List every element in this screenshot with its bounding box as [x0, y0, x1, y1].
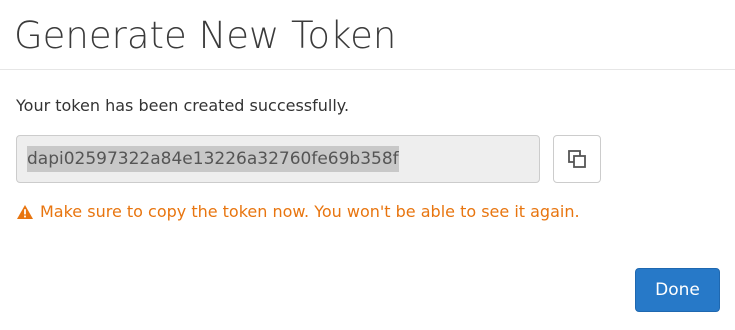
generate-token-dialog: Generate New Token Your token has been c… [0, 0, 735, 330]
dialog-title: Generate New Token [14, 14, 397, 57]
warning-message: Make sure to copy the token now. You won… [40, 202, 580, 221]
done-button[interactable]: Done [635, 268, 720, 312]
copy-icon [567, 149, 587, 169]
token-field[interactable]: dapi02597322a84e13226a32760fe69b358f [16, 135, 540, 183]
warning-triangle-icon [16, 204, 34, 220]
dialog-header: Generate New Token [0, 0, 735, 70]
success-message: Your token has been created successfully… [16, 96, 350, 115]
token-value[interactable]: dapi02597322a84e13226a32760fe69b358f [27, 146, 399, 172]
warning-notice: Make sure to copy the token now. You won… [16, 202, 580, 221]
copy-button[interactable] [553, 135, 601, 183]
token-row: dapi02597322a84e13226a32760fe69b358f [16, 135, 601, 183]
